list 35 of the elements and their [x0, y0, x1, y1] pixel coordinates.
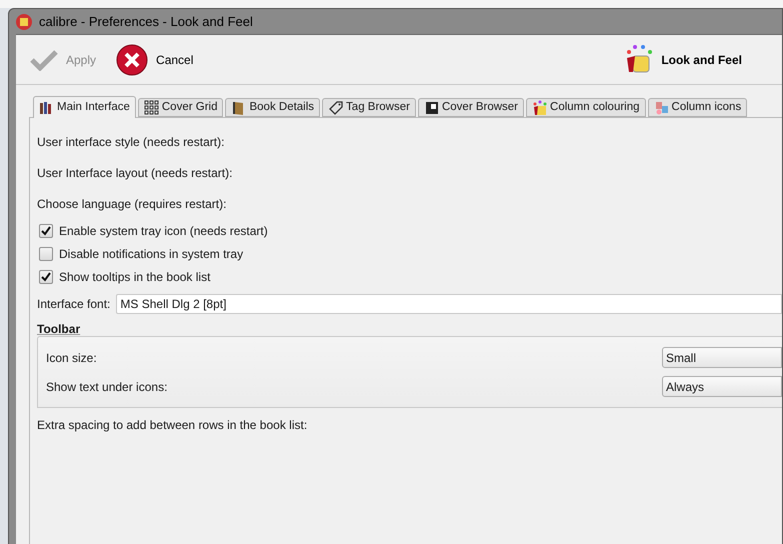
grid-icon	[144, 100, 160, 116]
checkbox-label: Show tooltips in the book list	[59, 268, 210, 286]
app-icon	[15, 12, 33, 30]
tab[interactable]: Cover Grid	[138, 98, 224, 117]
paint-bucket-icon	[532, 100, 548, 116]
section-title: Look and Feel	[661, 52, 742, 68]
tab[interactable]: Book Details	[225, 98, 320, 117]
field-label: User Interface layout (needs restart):	[37, 164, 234, 182]
tab[interactable]: Tag Browser	[322, 98, 416, 117]
field-label: Choose language (requires restart):	[37, 196, 228, 212]
checkmark-icon	[30, 48, 58, 70]
tag-icon	[328, 100, 344, 116]
tab[interactable]: Cover Browser	[418, 98, 524, 117]
field-label: Icon size:	[46, 350, 98, 366]
window-title: calibre - Preferences - Look and Feel	[39, 12, 253, 31]
field-label: User interface style (needs restart):	[37, 134, 226, 150]
checkbox-label: Disable notifications in system tray	[59, 246, 244, 262]
tab[interactable]: Column icons	[648, 98, 748, 117]
checkbox[interactable]	[39, 224, 53, 238]
shapes-icon	[654, 100, 670, 116]
square-icon	[424, 100, 440, 116]
close-icon	[116, 44, 148, 76]
field-label: Extra spacing to add between rows in the book list:	[37, 417, 308, 434]
cancel-button[interactable]: Cancel	[112, 42, 198, 78]
checkbox[interactable]	[39, 246, 53, 260]
checkbox-label: Enable system tray icon (needs restart)	[59, 222, 268, 240]
tab[interactable]: Column colouring	[526, 98, 646, 117]
field-label: Interface font:	[37, 296, 110, 313]
group-title: Toolbar	[37, 321, 82, 336]
font-input-field[interactable]: MS Shell Dlg 2 [8pt]	[116, 294, 782, 314]
dropdown[interactable]: Small	[662, 347, 782, 368]
tab[interactable]: Main Interface	[33, 96, 136, 118]
field-label: Show text under icons:	[46, 378, 168, 396]
dropdown[interactable]: Always	[662, 376, 782, 397]
checkbox[interactable]	[39, 270, 53, 284]
